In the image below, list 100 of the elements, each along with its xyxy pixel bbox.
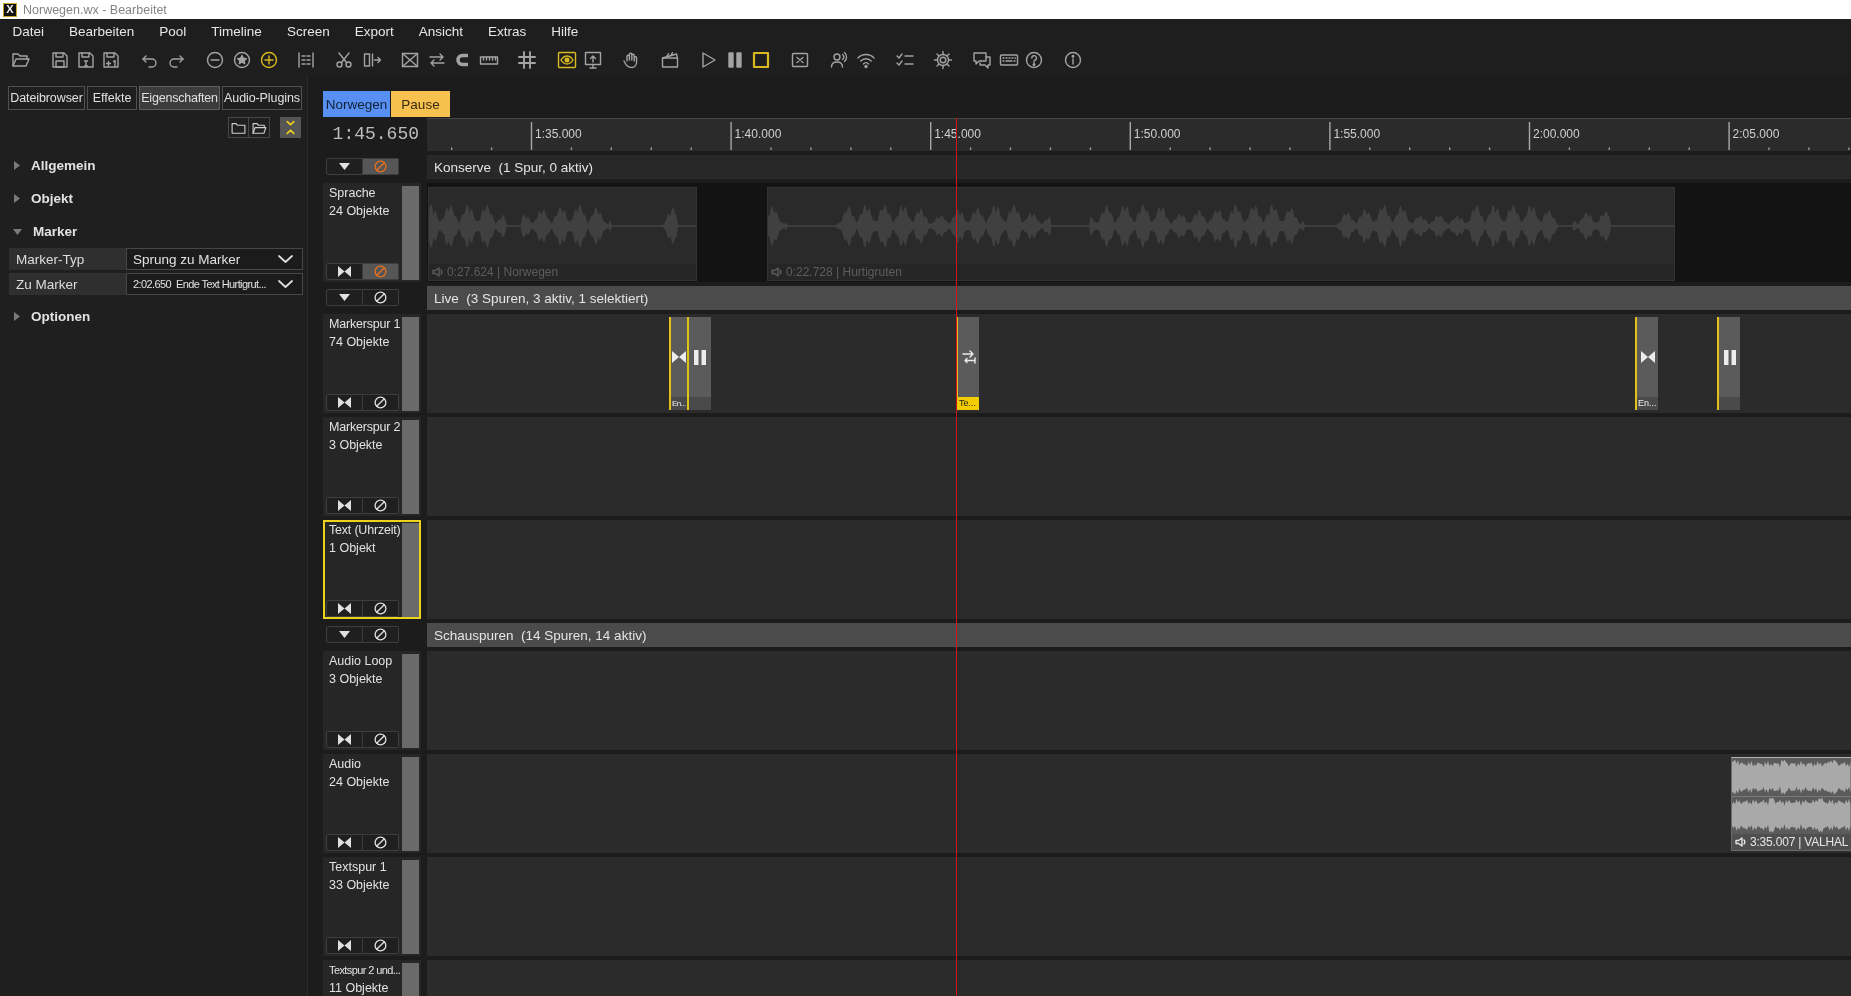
- track-count: 24 Objekte: [329, 203, 390, 219]
- split-icon: [362, 50, 382, 70]
- save-all-icon: [101, 50, 121, 70]
- bowtie-button[interactable]: [326, 394, 363, 411]
- zoom-in-icon: [259, 50, 279, 70]
- pause-icon: [694, 349, 706, 365]
- bowtie-button[interactable]: [326, 937, 363, 954]
- property-dropdown[interactable]: Sprung zu Marker: [126, 248, 303, 270]
- mute-button[interactable]: [362, 600, 399, 617]
- collapse-button[interactable]: [326, 158, 363, 175]
- open-folder-button[interactable]: [249, 117, 270, 138]
- bowtie-button[interactable]: [326, 731, 363, 748]
- mute-button[interactable]: [362, 289, 399, 306]
- track-name: Textspur 1: [329, 859, 387, 875]
- group-title: Live (3 Spuren, 3 aktiv, 1 selektiert): [434, 290, 649, 306]
- menu-item[interactable]: Extras: [475, 21, 539, 42]
- collapse-all-button[interactable]: [280, 117, 301, 138]
- circle-slash-icon: [374, 291, 387, 304]
- mute-button[interactable]: [362, 731, 399, 748]
- settings-icon: [933, 50, 953, 70]
- property-label: Marker-Typ: [9, 248, 126, 270]
- mute-button[interactable]: [362, 626, 399, 643]
- panel-tab[interactable]: Audio-Plugins: [222, 86, 302, 110]
- speaking-person-icon: [829, 50, 849, 70]
- circle-slash-icon: [374, 628, 387, 641]
- speaker-icon: [771, 267, 782, 277]
- property-dropdown[interactable]: 2:02.650 Ende Text Hurtigrut...: [126, 273, 303, 295]
- folder-button[interactable]: [228, 117, 249, 138]
- save-as-icon: [76, 50, 96, 70]
- marker-clip[interactable]: En...: [1635, 317, 1658, 410]
- star-circle-icon: [232, 50, 252, 70]
- collapse-button[interactable]: [326, 626, 363, 643]
- window-title: Norwegen.wx - Bearbeitet: [23, 2, 167, 17]
- panel-tab[interactable]: Eigenschaften: [139, 86, 220, 110]
- track-name: Textspur 2 und...: [329, 963, 401, 978]
- marker-clip[interactable]: [687, 317, 711, 410]
- menu-item[interactable]: Screen: [274, 21, 343, 42]
- chevron-down-icon: [278, 280, 293, 288]
- marker-label: En...: [671, 397, 687, 410]
- marker-clip[interactable]: Te...: [956, 317, 979, 410]
- mute-button[interactable]: [362, 497, 399, 514]
- mute-button[interactable]: [362, 937, 399, 954]
- bowtie-icon: [338, 837, 351, 848]
- menu-item[interactable]: Bearbeiten: [56, 21, 147, 42]
- scene-tab[interactable]: Pause: [391, 91, 450, 117]
- chevron-down-icon: [278, 255, 293, 263]
- screen-upload-icon: [583, 50, 603, 70]
- clip-label: 3:35.007 | VALHAL: [1750, 835, 1849, 849]
- ruler-label: 1:50.000: [1133, 127, 1181, 141]
- section-header[interactable]: Objekt: [0, 182, 307, 215]
- marker-clip[interactable]: En...: [669, 317, 687, 410]
- marker-clip[interactable]: [1717, 317, 1740, 410]
- chat-icon: [972, 50, 992, 70]
- menu-item[interactable]: Pool: [146, 21, 199, 42]
- close-box-icon: [790, 50, 810, 70]
- menu-item[interactable]: Ansicht: [406, 21, 476, 42]
- section-header[interactable]: Allgemein: [0, 149, 307, 182]
- chevrons-icon: [284, 120, 296, 135]
- pause-icon: [725, 50, 745, 70]
- section-header[interactable]: Marker: [0, 215, 307, 248]
- track-name: Audio: [329, 756, 361, 772]
- group-title: Konserve (1 Spur, 0 aktiv): [434, 159, 594, 175]
- bowtie-icon: [338, 397, 351, 408]
- bowtie-button[interactable]: [326, 834, 363, 851]
- ruler-label: 2:00.000: [1533, 127, 1580, 141]
- mute-button[interactable]: [362, 834, 399, 851]
- crossed-box-icon: [400, 50, 420, 70]
- menu-item[interactable]: Timeline: [198, 21, 275, 42]
- bowtie-button[interactable]: [326, 497, 363, 514]
- grid-icon: [517, 50, 537, 70]
- menu-item[interactable]: Hilfe: [538, 21, 591, 42]
- group-title: Schauspuren (14 Spuren, 14 aktiv): [434, 627, 647, 643]
- section-header[interactable]: Optionen: [0, 300, 307, 333]
- menu-item[interactable]: Datei: [0, 21, 57, 42]
- bowtie-button[interactable]: [326, 600, 363, 617]
- bowtie-icon: [338, 500, 351, 511]
- scene-tab[interactable]: Norwegen: [323, 91, 390, 117]
- circle-slash-icon: [374, 499, 387, 512]
- panel-tab[interactable]: Dateibrowser: [8, 86, 85, 110]
- save-icon: [50, 50, 70, 70]
- bowtie-button[interactable]: [326, 263, 363, 280]
- circle-slash-icon: [374, 733, 387, 746]
- panel-tab[interactable]: Effekte: [87, 86, 137, 110]
- track-name: Text (Uhrzeit): [329, 522, 401, 538]
- bowtie-icon: [338, 734, 351, 745]
- track-count: 3 Objekte: [329, 671, 383, 687]
- menu-item[interactable]: Export: [342, 21, 407, 42]
- collapse-button[interactable]: [326, 289, 363, 306]
- bowtie-icon: [338, 266, 351, 277]
- bowtie-icon: [338, 940, 351, 951]
- mute-button[interactable]: [362, 394, 399, 411]
- circle-slash-icon: [374, 160, 387, 173]
- circle-slash-icon: [374, 602, 387, 615]
- ruler-label: 1:35.000: [535, 127, 582, 141]
- track-count: 1 Objekt: [329, 540, 376, 556]
- ruler-label: 2:05.000: [1732, 127, 1780, 141]
- help-icon: [1024, 50, 1044, 70]
- property-label: Zu Marker: [9, 273, 126, 295]
- pause-icon: [1723, 349, 1736, 365]
- folder-open-icon: [11, 50, 31, 70]
